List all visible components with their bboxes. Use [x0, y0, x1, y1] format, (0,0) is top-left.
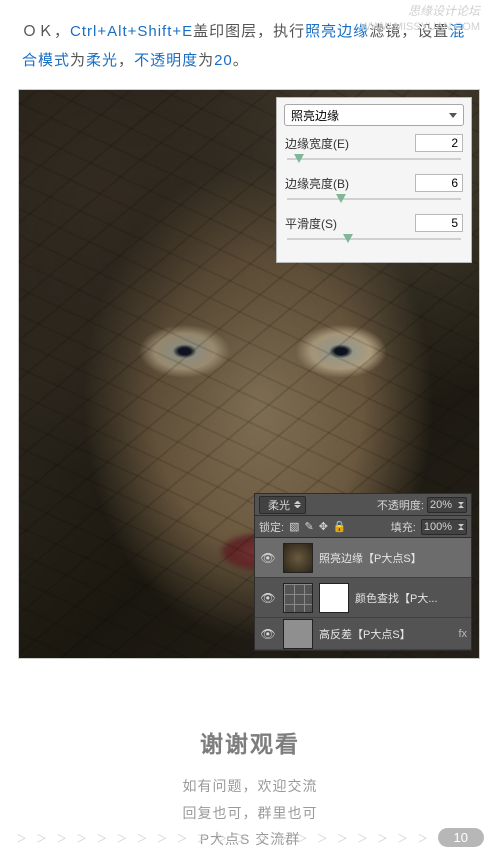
edge-width-slider[interactable] — [287, 154, 461, 164]
lock-all-icon[interactable]: 🔒 — [333, 520, 347, 533]
preview-image: 照亮边缘 边缘宽度(E) 2 边缘亮度(B) 6 平滑度(S) 5 — [18, 89, 480, 659]
chevron-divider: ＞ ＞ ＞ ＞ ＞ ＞ ＞ ＞ ＞ ＞ ＞ ＞ ＞ ＞ ＞ ＞ ＞ ＞ ＞ ＞ … — [16, 830, 434, 846]
layers-panel-lock-row: 锁定: ▧ ✎ ✥ 🔒 填充: 100% — [255, 516, 471, 538]
fill-value[interactable]: 100% — [421, 519, 467, 535]
layer-row[interactable]: 👁 颜色查找【P大... — [255, 578, 471, 618]
edge-width-value[interactable]: 2 — [415, 134, 463, 152]
blend-mode-select[interactable]: 柔光 — [259, 496, 306, 514]
watermark-url: WWW.MISSYUAN.COM — [360, 20, 480, 34]
param-edge-width: 边缘宽度(E) 2 — [285, 134, 463, 152]
fill-label: 填充: — [391, 519, 416, 535]
lock-icons-group: ▧ ✎ ✥ 🔒 — [289, 520, 347, 533]
watermark: 思缘设计论坛 WWW.MISSYUAN.COM — [360, 4, 480, 34]
footer-thanks: 谢谢观看 — [0, 725, 500, 759]
lock-position-icon[interactable]: ✥ — [319, 520, 328, 533]
stepper-icon — [458, 524, 464, 530]
lock-paint-icon[interactable]: ✎ — [304, 520, 313, 533]
filter-dialog: 照亮边缘 边缘宽度(E) 2 边缘亮度(B) 6 平滑度(S) 5 — [276, 97, 472, 263]
edge-brightness-label: 边缘亮度(B) — [285, 175, 349, 192]
slider-thumb-icon[interactable] — [343, 234, 353, 243]
edge-brightness-value[interactable]: 6 — [415, 174, 463, 192]
layer-name: 颜色查找【P大... — [355, 590, 467, 606]
edge-width-label: 边缘宽度(E) — [285, 135, 349, 152]
layer-thumbnail — [283, 543, 313, 573]
layers-panel: 柔光 不透明度: 20% 锁定: ▧ ✎ ✥ 🔒 填充: 100% — [254, 493, 472, 651]
chevron-down-icon — [449, 113, 457, 118]
watermark-cn: 思缘设计论坛 — [360, 4, 480, 20]
visibility-eye-icon[interactable]: 👁 — [259, 591, 277, 605]
filter-select[interactable]: 照亮边缘 — [284, 104, 464, 126]
adjustment-layer-icon — [283, 583, 313, 613]
edge-brightness-slider[interactable] — [287, 194, 461, 204]
page-number-badge: 10 — [438, 828, 484, 847]
slider-thumb-icon[interactable] — [294, 154, 304, 163]
layer-mask-thumbnail — [319, 583, 349, 613]
layer-name: 照亮边缘【P大点S】 — [319, 550, 467, 566]
smoothness-label: 平滑度(S) — [285, 215, 337, 232]
layer-row[interactable]: 👁 高反差【P大点S】 fx — [255, 618, 471, 650]
visibility-eye-icon[interactable]: 👁 — [259, 551, 277, 565]
opacity-value[interactable]: 20% — [427, 497, 467, 513]
blend-mode-value: 柔光 — [268, 497, 290, 513]
opacity-label: 不透明度: — [377, 497, 424, 513]
lock-transparency-icon[interactable]: ▧ — [289, 520, 299, 533]
filter-select-value: 照亮边缘 — [291, 107, 339, 124]
param-smoothness: 平滑度(S) 5 — [285, 214, 463, 232]
layers-panel-top-row: 柔光 不透明度: 20% — [255, 494, 471, 516]
lock-label: 锁定: — [259, 519, 284, 535]
smoothness-value[interactable]: 5 — [415, 214, 463, 232]
bottom-bar: ＞ ＞ ＞ ＞ ＞ ＞ ＞ ＞ ＞ ＞ ＞ ＞ ＞ ＞ ＞ ＞ ＞ ＞ ＞ ＞ … — [0, 828, 500, 847]
param-edge-brightness: 边缘亮度(B) 6 — [285, 174, 463, 192]
layer-row[interactable]: 👁 照亮边缘【P大点S】 — [255, 538, 471, 578]
stepper-icon — [458, 502, 464, 508]
layer-name: 高反差【P大点S】 — [319, 626, 452, 642]
visibility-eye-icon[interactable]: 👁 — [259, 627, 277, 641]
dropdown-arrows-icon — [294, 501, 301, 508]
layer-style-icon[interactable]: fx — [458, 628, 467, 640]
slider-thumb-icon[interactable] — [336, 194, 346, 203]
smoothness-slider[interactable] — [287, 234, 461, 244]
layer-thumbnail — [283, 619, 313, 649]
